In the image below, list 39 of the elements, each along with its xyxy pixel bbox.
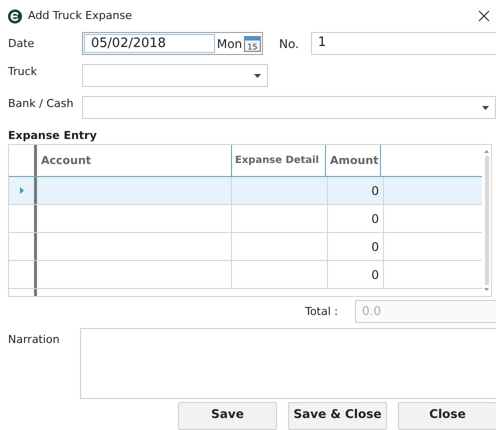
table-cell: 0 [328, 233, 384, 260]
scroll-thumb[interactable] [484, 156, 488, 286]
total-label: Total : [305, 305, 339, 318]
table-cell: 0 [328, 205, 384, 232]
dropdown-arrow-icon [254, 74, 261, 78]
total-field: 0.0 [355, 300, 496, 324]
table-row[interactable]: 0 [9, 205, 482, 234]
field-label: Narration [7, 332, 61, 346]
dialog-button[interactable]: Close [398, 402, 496, 430]
field-label: No. [278, 36, 300, 51]
number-field[interactable]: 1 [310, 32, 496, 56]
table-cell: 0 [328, 261, 384, 288]
dialog-button[interactable]: Save [178, 402, 277, 430]
dropdown-arrow-icon [482, 106, 489, 110]
narration-field[interactable] [80, 328, 496, 400]
table-row[interactable]: 0 [9, 177, 482, 206]
dropdown-field[interactable] [82, 64, 268, 88]
column-header[interactable]: Expanse Detail [232, 145, 326, 176]
app-logo-icon [7, 8, 23, 24]
row-indicator-icon [20, 187, 24, 194]
field-label: Bank / Cash [7, 96, 74, 110]
table-row[interactable]: 0 [9, 261, 482, 290]
field-label: Truck [7, 64, 38, 78]
column-header[interactable]: Account [37, 145, 232, 176]
window-title: Add Truck Expanse [28, 9, 132, 22]
weekday-label: Mon [216, 36, 242, 51]
scroll-up-icon [484, 150, 489, 154]
table-row[interactable]: 0 [9, 233, 482, 262]
date-value: 05/02/2018 [84, 34, 215, 54]
column-header[interactable]: Amount [326, 145, 381, 176]
dialog-button[interactable]: Save & Close [288, 402, 387, 430]
dropdown-field[interactable] [82, 96, 496, 120]
date-picker[interactable]: 05/02/2018 Mon 15 [82, 32, 263, 56]
field-label: Date [7, 37, 36, 50]
table-cell: 0 [328, 177, 384, 204]
calendar-icon: 15 [244, 35, 261, 52]
close-icon [478, 10, 490, 22]
scroll-down-icon [484, 288, 489, 292]
section-title: Expanse Entry [7, 128, 98, 144]
